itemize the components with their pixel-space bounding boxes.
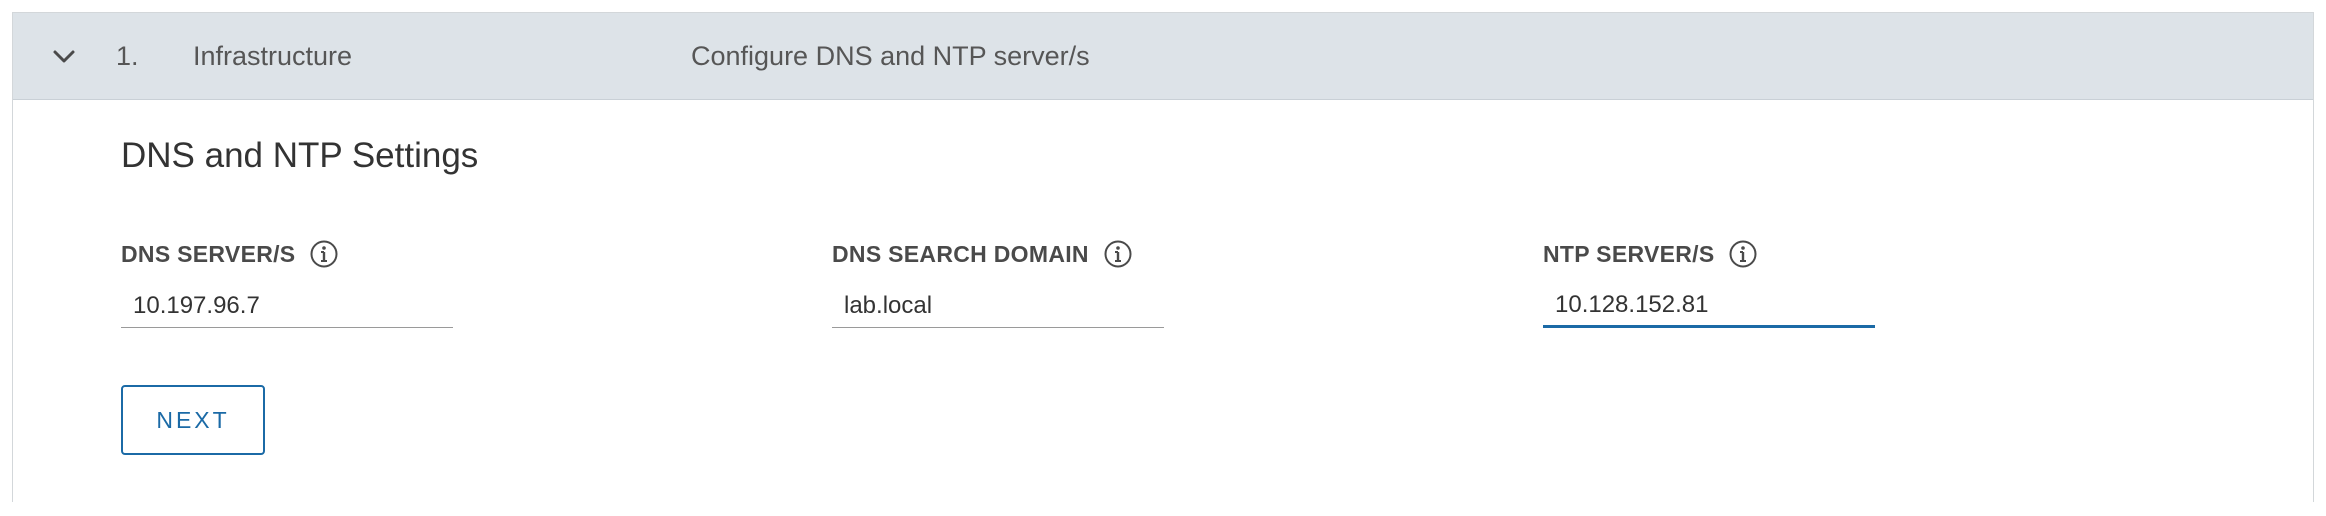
step-header[interactable]: 1. Infrastructure Configure DNS and NTP … <box>13 13 2313 100</box>
dns-search-domain-label-row: DNS SEARCH DOMAIN <box>832 238 1172 270</box>
info-icon[interactable] <box>309 239 339 269</box>
dns-search-domain-field: DNS SEARCH DOMAIN <box>832 238 1172 328</box>
next-button[interactable]: NEXT <box>121 385 265 455</box>
dns-servers-label: DNS SERVER/S <box>121 240 296 267</box>
section-title: DNS and NTP Settings <box>121 136 479 175</box>
dns-servers-input[interactable] <box>121 288 453 328</box>
dns-search-domain-label: DNS SEARCH DOMAIN <box>832 240 1089 267</box>
dns-search-domain-input[interactable] <box>832 288 1164 328</box>
wizard-panel: 1. Infrastructure Configure DNS and NTP … <box>12 12 2314 502</box>
info-icon[interactable] <box>1103 239 1133 269</box>
dns-servers-label-row: DNS SERVER/S <box>121 238 461 270</box>
ntp-servers-label-row: NTP SERVER/S <box>1543 238 1883 270</box>
step-title: Infrastructure <box>193 40 353 71</box>
step-description: Configure DNS and NTP server/s <box>691 40 1090 71</box>
ntp-servers-input[interactable] <box>1543 288 1875 328</box>
info-icon[interactable] <box>1728 239 1758 269</box>
dns-servers-field: DNS SERVER/S <box>121 238 461 328</box>
ntp-servers-label: NTP SERVER/S <box>1543 240 1715 267</box>
chevron-down-icon[interactable] <box>51 43 77 69</box>
ntp-servers-field: NTP SERVER/S <box>1543 238 1883 328</box>
step-number: 1. <box>116 40 139 71</box>
